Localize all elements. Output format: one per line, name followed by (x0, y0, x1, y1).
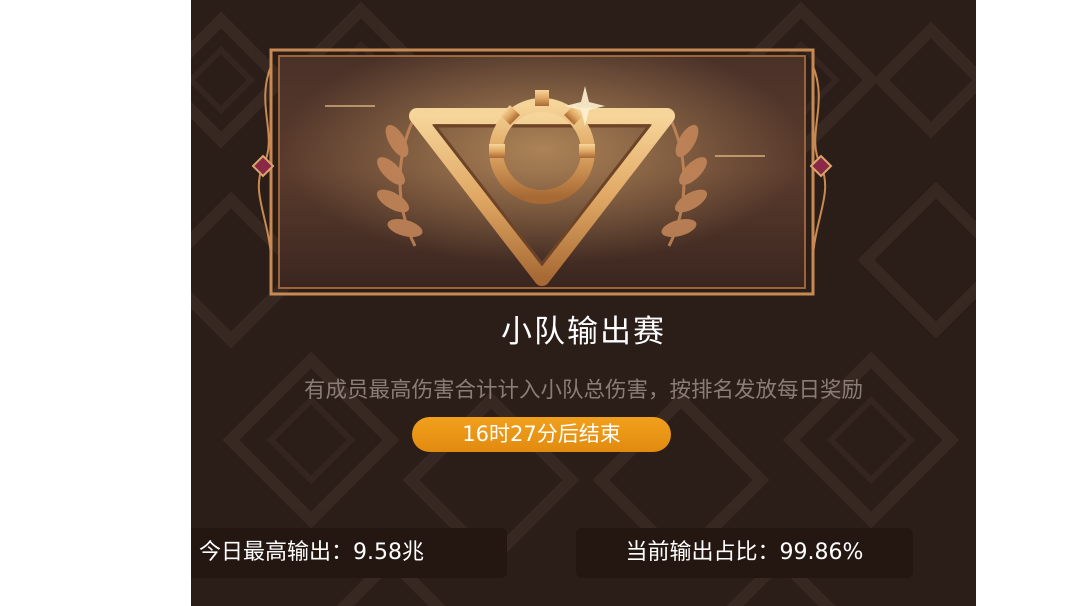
event-panel: 小队输出赛 有成员最高伤害合计计入小队总伤害，按排名发放每日奖励 16时27分后… (191, 0, 976, 606)
today-max-output-stat: 今日最高输出：9.58兆 (191, 528, 507, 578)
event-description: 有成员最高伤害合计计入小队总伤害，按排名发放每日奖励 (303, 378, 863, 403)
current-output-share-stat: 当前输出占比：99.86% (576, 528, 913, 578)
game-screen: 小队输出赛 有成员最高伤害合计计入小队总伤害，按排名发放每日奖励 16时27分后… (0, 0, 1080, 606)
event-banner (251, 48, 833, 296)
event-timer-badge: 16时27分后结束 (412, 417, 671, 452)
event-title: 小队输出赛 (501, 314, 666, 350)
